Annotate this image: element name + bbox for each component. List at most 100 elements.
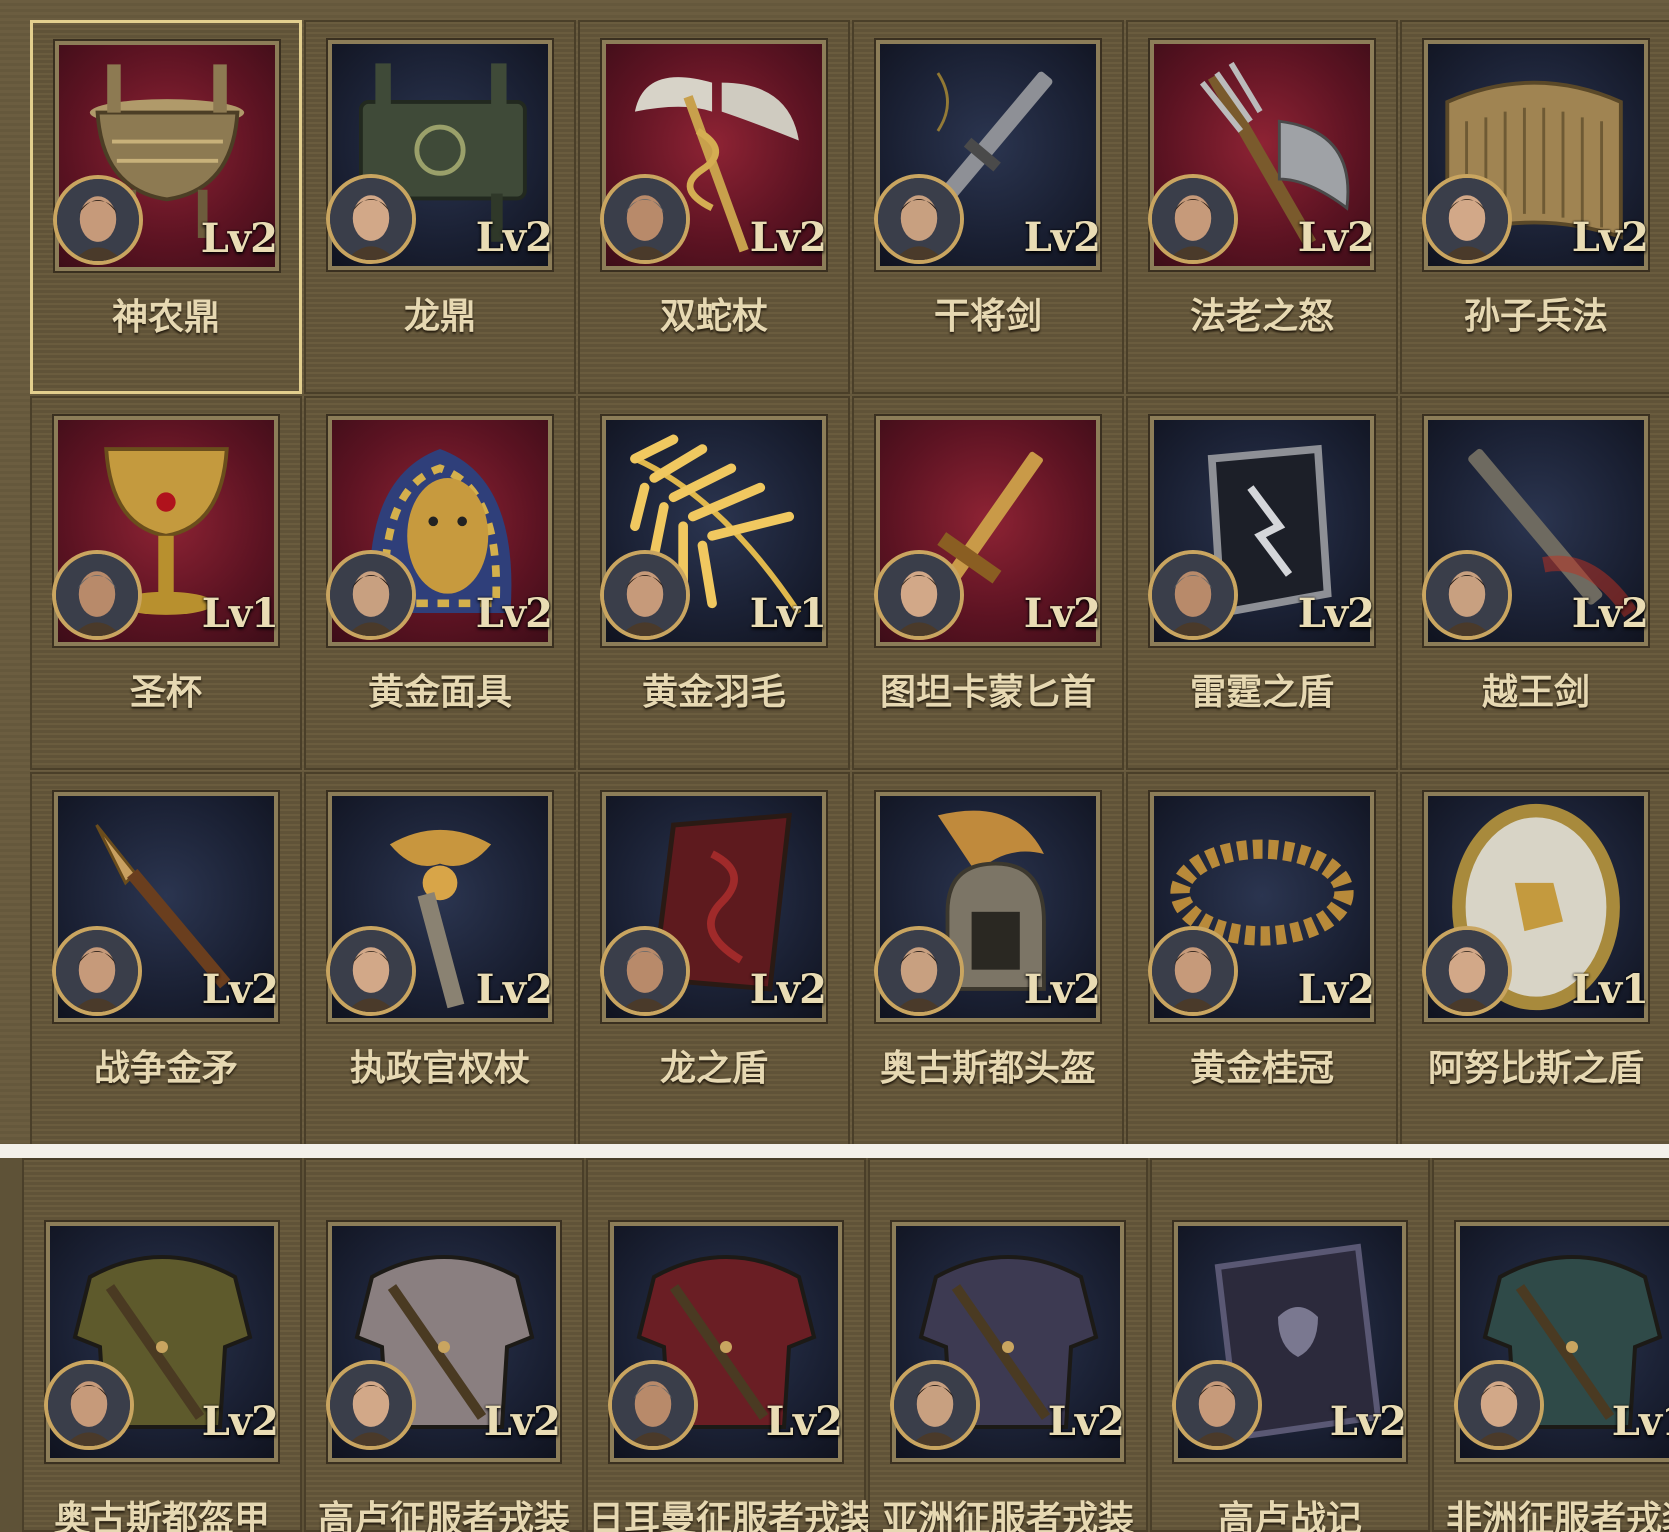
commander-portrait xyxy=(44,1360,134,1450)
commander-portrait xyxy=(874,174,964,264)
commander-portrait xyxy=(52,926,142,1016)
item-level: Lv2 xyxy=(765,1398,843,1445)
item-level: Lv2 xyxy=(1023,966,1101,1013)
item-level: Lv2 xyxy=(749,214,827,261)
commander-portrait xyxy=(326,550,416,640)
equipment-tile[interactable]: Lv2 孙子兵法 xyxy=(1400,20,1669,394)
item-name: 神农鼎 xyxy=(111,297,220,338)
equipment-tile[interactable]: Lv2 亚洲征服者戎装 xyxy=(868,1158,1148,1532)
item-name: 阿努比斯之盾 xyxy=(1427,1048,1644,1089)
equipment-tile[interactable]: Lv2 图坦卡蒙匕首 xyxy=(852,396,1124,770)
item-level: Lv1 xyxy=(1611,1398,1669,1445)
armor-grid: Lv2 奥古斯都盔甲 Lv2 高卢征服者戎装 Lv2 日耳曼征服者戎装 Lv2 亚洲征服者戎装… xyxy=(22,1158,1669,1532)
item-name: 日耳曼征服者戎装 xyxy=(588,1499,877,1532)
item-name: 黄金面具 xyxy=(367,672,512,713)
commander-portrait xyxy=(1422,174,1512,264)
section-divider xyxy=(0,1144,1669,1158)
item-level: Lv2 xyxy=(749,966,827,1013)
item-name: 圣杯 xyxy=(129,672,202,713)
equipment-tile[interactable]: Lv2 雷霆之盾 xyxy=(1126,396,1398,770)
item-level: Lv2 xyxy=(200,215,278,262)
item-level: Lv2 xyxy=(1297,214,1375,261)
equipment-tile[interactable]: Lv2 龙之盾 xyxy=(578,772,850,1144)
item-level: Lv2 xyxy=(201,966,279,1013)
item-name: 孙子兵法 xyxy=(1463,296,1608,337)
item-name: 亚洲征服者戎装 xyxy=(881,1499,1134,1532)
commander-portrait xyxy=(600,174,690,264)
item-name: 越王剑 xyxy=(1481,672,1590,713)
item-level: Lv2 xyxy=(475,966,553,1013)
item-name: 图坦卡蒙匕首 xyxy=(879,672,1096,713)
equipment-tile[interactable]: Lv2 神农鼎 xyxy=(30,20,302,394)
equipment-tile[interactable]: Lv2 龙鼎 xyxy=(304,20,576,394)
commander-portrait xyxy=(326,174,416,264)
equipment-tile[interactable]: Lv2 奥古斯都头盔 xyxy=(852,772,1124,1144)
equipment-tile[interactable]: Lv2 高卢征服者戎装 xyxy=(304,1158,584,1532)
top-equipment-panel: Lv2 神农鼎 Lv2 龙鼎 Lv2 双蛇杖 Lv2 干将剑 Lv2 法老之怒 Lv2 孙子兵法 Lv1… xyxy=(0,0,1669,1144)
item-name: 双蛇杖 xyxy=(659,296,768,337)
commander-portrait xyxy=(890,1360,980,1450)
item-name: 奥古斯都头盔 xyxy=(879,1048,1096,1089)
item-name: 高卢战记 xyxy=(1217,1499,1362,1532)
item-name: 战争金矛 xyxy=(93,1048,238,1089)
item-name: 法老之怒 xyxy=(1189,296,1334,337)
item-level: Lv2 xyxy=(475,590,553,637)
item-level: Lv2 xyxy=(1297,966,1375,1013)
equipment-tile[interactable]: Lv2 高卢战记 xyxy=(1150,1158,1430,1532)
commander-portrait xyxy=(52,550,142,640)
commander-portrait xyxy=(1148,550,1238,640)
commander-portrait xyxy=(1172,1360,1262,1450)
item-name: 黄金桂冠 xyxy=(1189,1048,1334,1089)
commander-portrait xyxy=(1422,550,1512,640)
equipment-grid: Lv2 神农鼎 Lv2 龙鼎 Lv2 双蛇杖 Lv2 干将剑 Lv2 法老之怒 Lv2 孙子兵法 Lv1… xyxy=(30,20,1669,1144)
equipment-tile[interactable]: Lv2 干将剑 xyxy=(852,20,1124,394)
item-level: Lv2 xyxy=(475,214,553,261)
item-level: Lv2 xyxy=(201,1398,279,1445)
equipment-tile[interactable]: Lv2 奥古斯都盔甲 xyxy=(22,1158,302,1532)
commander-portrait xyxy=(53,175,143,265)
item-level: Lv2 xyxy=(1297,590,1375,637)
equipment-tile[interactable]: Lv1 阿努比斯之盾 xyxy=(1400,772,1669,1144)
equipment-tile[interactable]: Lv2 黄金桂冠 xyxy=(1126,772,1398,1144)
commander-portrait xyxy=(1422,926,1512,1016)
commander-portrait xyxy=(1148,926,1238,1016)
item-name: 龙鼎 xyxy=(403,296,476,337)
commander-portrait xyxy=(326,926,416,1016)
commander-portrait xyxy=(600,926,690,1016)
item-name: 黄金羽毛 xyxy=(641,672,786,713)
item-name: 干将剑 xyxy=(933,296,1042,337)
item-name: 高卢征服者戎装 xyxy=(317,1499,570,1532)
item-level: Lv1 xyxy=(749,590,827,637)
equipment-tile[interactable]: Lv2 战争金矛 xyxy=(30,772,302,1144)
commander-portrait xyxy=(874,926,964,1016)
commander-portrait xyxy=(600,550,690,640)
item-level: Lv1 xyxy=(201,590,279,637)
item-level: Lv2 xyxy=(1023,214,1101,261)
equipment-tile[interactable]: Lv2 执政官权杖 xyxy=(304,772,576,1144)
item-level: Lv2 xyxy=(483,1398,561,1445)
commander-portrait xyxy=(1148,174,1238,264)
equipment-tile[interactable]: Lv2 越王剑 xyxy=(1400,396,1669,770)
equipment-tile[interactable]: Lv1 非洲征服者戎装 xyxy=(1432,1158,1669,1532)
equipment-tile[interactable]: Lv1 黄金羽毛 xyxy=(578,396,850,770)
commander-portrait xyxy=(608,1360,698,1450)
item-name: 奥古斯都盔甲 xyxy=(53,1499,270,1532)
item-level: Lv2 xyxy=(1571,214,1649,261)
item-level: Lv2 xyxy=(1047,1398,1125,1445)
equipment-tile[interactable]: Lv1 圣杯 xyxy=(30,396,302,770)
item-name: 非洲征服者戎装 xyxy=(1445,1499,1669,1532)
item-level: Lv2 xyxy=(1023,590,1101,637)
equipment-tile[interactable]: Lv2 黄金面具 xyxy=(304,396,576,770)
item-level: Lv1 xyxy=(1571,966,1649,1013)
commander-portrait xyxy=(1454,1360,1544,1450)
item-name: 雷霆之盾 xyxy=(1189,672,1334,713)
item-level: Lv2 xyxy=(1329,1398,1407,1445)
commander-portrait xyxy=(874,550,964,640)
equipment-tile[interactable]: Lv2 日耳曼征服者戎装 xyxy=(586,1158,877,1532)
item-name: 执政官权杖 xyxy=(349,1048,530,1089)
item-name: 龙之盾 xyxy=(659,1048,768,1089)
equipment-tile[interactable]: Lv2 法老之怒 xyxy=(1126,20,1398,394)
commander-portrait xyxy=(326,1360,416,1450)
item-level: Lv2 xyxy=(1571,590,1649,637)
equipment-tile[interactable]: Lv2 双蛇杖 xyxy=(578,20,850,394)
